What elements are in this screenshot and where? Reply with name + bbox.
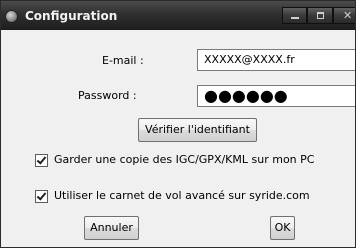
password-label: Password : [78,89,137,102]
advanced-logbook-label[interactable]: Utiliser le carnet de vol avancé sur syr… [54,189,310,202]
keep-copy-checkbox[interactable] [35,154,48,167]
minimize-button[interactable] [282,7,307,24]
keep-copy-label[interactable]: Garder une copie des IGC/GPX/KML sur mon… [54,153,314,166]
maximize-button[interactable] [307,7,333,24]
window-title: Configuration [25,9,118,23]
verify-identifier-button[interactable]: Vérifier l'identifiant [138,118,257,142]
cancel-button[interactable]: Annuler [84,216,139,240]
checkmark-icon [36,154,47,165]
title-bar[interactable]: Configuration ✕ [1,1,355,30]
email-field[interactable]: XXXXX@XXXX.fr [197,49,355,71]
close-icon: ✕ [343,9,353,22]
maximize-icon [317,12,324,19]
advanced-logbook-checkbox[interactable] [35,190,48,203]
configuration-window: Configuration ✕ E-mail : XXXXX@XXXX.fr P… [0,0,356,248]
ok-button[interactable]: OK [270,216,295,240]
minimize-icon [291,17,299,19]
email-label: E-mail : [102,54,144,67]
app-icon [5,10,18,23]
close-button[interactable]: ✕ [333,7,355,24]
checkmark-icon [36,190,47,201]
password-field[interactable]: ●●●●●● [197,85,355,107]
